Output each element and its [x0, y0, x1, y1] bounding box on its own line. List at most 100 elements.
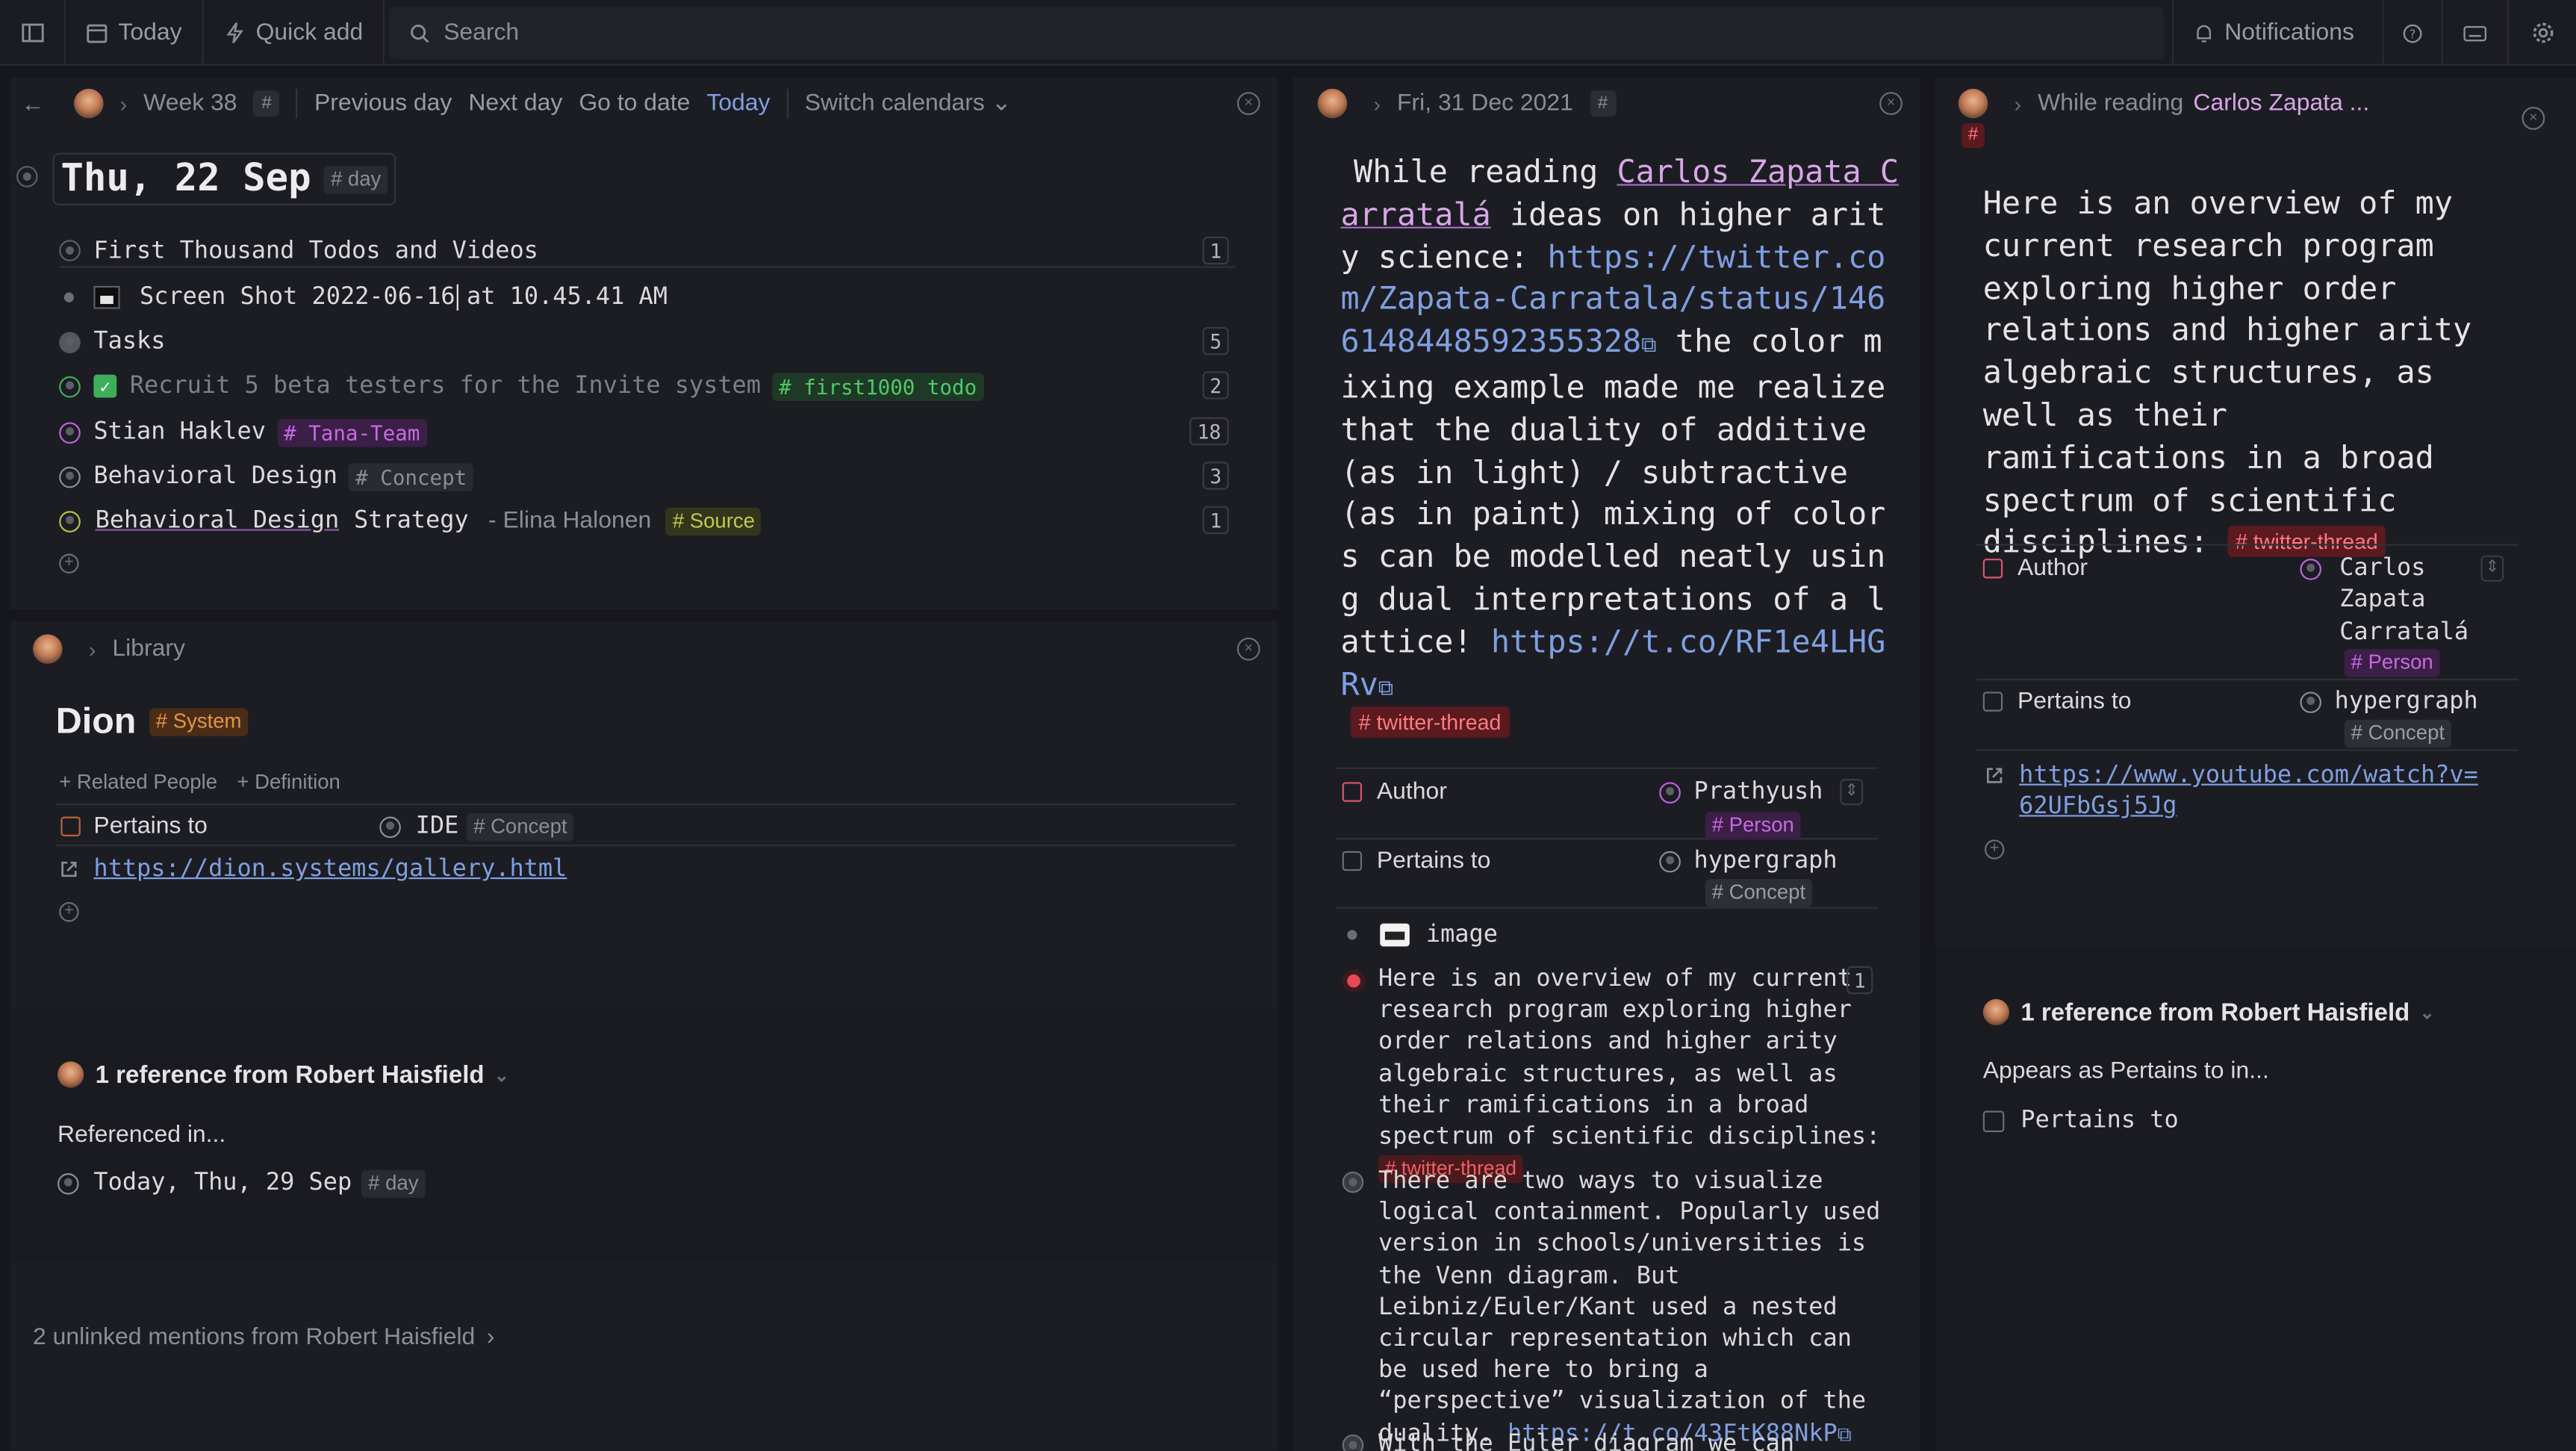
reference-item[interactable]: Today, Thu, 29 Sep # day [57, 1166, 426, 1199]
add-node-icon[interactable]: + [1984, 839, 2005, 860]
week-breadcrumb[interactable]: Week 38 [143, 90, 237, 116]
day-tag[interactable]: # day [361, 1169, 426, 1197]
next-day-button[interactable]: Next day [468, 90, 562, 116]
child-count-badge[interactable]: 2 [1202, 371, 1229, 400]
tana-team-tag[interactable]: # Tana-Team [277, 417, 427, 447]
node-bullet-icon[interactable] [59, 421, 81, 443]
child-node-text[interactable]: There are two ways to visualize logical … [1378, 1166, 1881, 1451]
field-options-icon[interactable]: ⇕ [1840, 778, 1864, 806]
node-bullet-icon[interactable] [59, 331, 81, 352]
today-button[interactable]: Today [66, 0, 204, 65]
add-node-icon[interactable]: + [59, 553, 79, 574]
todo-tag[interactable]: # first1000 todo [772, 372, 983, 400]
list-item[interactable]: Behavioral Design # Concept [59, 460, 473, 493]
list-item[interactable]: Tasks [59, 326, 165, 358]
person-tag[interactable]: # Person [1705, 811, 1801, 840]
field-value[interactable] [2300, 554, 2322, 584]
url-row[interactable]: https://www.youtube.com/watch?v=62UFbGsj… [1985, 761, 2479, 824]
node-bullet-icon[interactable] [59, 465, 81, 488]
node-bullet-icon[interactable] [1342, 1171, 1364, 1193]
date-breadcrumb[interactable]: Fri, 31 Dec 2021 [1397, 90, 1573, 116]
node-content[interactable]: Here is an overview of my current resear… [1983, 184, 2476, 565]
parent-breadcrumb-person[interactable]: Carlos Zapata ... [2193, 90, 2369, 116]
list-item[interactable]: ✓ Recruit 5 beta testers for the Invite … [59, 370, 983, 403]
person-tag[interactable]: # Person [2344, 649, 2440, 677]
close-panel-icon[interactable]: × [1236, 92, 1260, 116]
child-count-badge[interactable]: 3 [1202, 462, 1229, 490]
reference-item[interactable]: Pertains to [1982, 1104, 2179, 1137]
field-value[interactable]: Prathyush [1659, 777, 1823, 807]
back-arrow-icon[interactable]: ← [22, 90, 45, 116]
child-node-text[interactable]: With the Euler diagram we can easily [1378, 1429, 1881, 1450]
source-tag[interactable]: # Source [666, 506, 762, 535]
notifications-button[interactable]: Notifications [2171, 0, 2383, 66]
concept-tag[interactable]: # Concept [1705, 879, 1812, 907]
keyboard-button[interactable] [2441, 0, 2507, 66]
hash-icon[interactable]: # [1961, 123, 1985, 149]
search-input[interactable]: Search [389, 6, 2164, 60]
node-bullet-icon[interactable] [59, 375, 81, 397]
reference-link[interactable]: Behavioral Design [96, 508, 340, 534]
concept-tag[interactable]: # Concept [467, 813, 574, 841]
field-value[interactable]: hypergraph [1659, 846, 1838, 876]
library-breadcrumb[interactable]: Library [112, 636, 185, 662]
node-bullet-icon[interactable] [1659, 850, 1681, 872]
external-link-icon[interactable]: ⧉ [1641, 334, 1656, 358]
node-bullet-icon[interactable] [1659, 781, 1681, 803]
node-bullet-icon[interactable] [379, 815, 401, 838]
checkbox-checked-icon[interactable]: ✓ [93, 374, 117, 398]
today-link[interactable]: Today [706, 90, 770, 116]
author-name[interactable]: Carlos Zapata Carratalá [2339, 554, 2468, 649]
child-count-badge[interactable]: 1 [1847, 966, 1873, 995]
list-item[interactable]: Stian Haklev # Tana-Team [59, 416, 427, 449]
switch-calendars-button[interactable]: Switch calendars ⌄ [805, 90, 1012, 116]
twitter-thread-tag[interactable]: # twitter-thread [1350, 706, 1510, 738]
concept-tag[interactable]: # Concept [2344, 719, 2451, 748]
hash-icon[interactable]: # [253, 90, 280, 117]
list-item[interactable]: Behavioral Design Strategy - Elina Halon… [59, 504, 762, 537]
field-value[interactable]: IDE # Concept [379, 810, 574, 843]
previous-day-button[interactable]: Previous day [314, 90, 452, 116]
node-content[interactable]: While reading Carlos Zapata Carratalá id… [1340, 153, 1899, 711]
node-bullet-icon[interactable] [2300, 691, 2322, 712]
dion-url-link[interactable]: https://dion.systems/gallery.html [93, 856, 567, 882]
unlinked-mentions-button[interactable]: 2 unlinked mentions from Robert Haisfiel… [33, 1321, 494, 1354]
field-value[interactable]: hypergraph [2300, 687, 2478, 717]
youtube-url-link[interactable]: https://www.youtube.com/watch?v=62UFbGsj… [2019, 761, 2479, 824]
reference-header[interactable]: 1 reference from Robert Haisfield ⌄ [1982, 995, 2435, 1028]
node-bullet-icon[interactable] [1342, 1434, 1364, 1451]
quick-add-button[interactable]: Quick add [203, 0, 385, 65]
page-title[interactable]: Dion [56, 700, 137, 742]
system-tag[interactable]: # System [149, 707, 249, 736]
page-title[interactable]: Thu, 22 Sep [60, 158, 311, 200]
child-count-badge[interactable]: 18 [1189, 417, 1229, 446]
child-node-text[interactable]: Here is an overview of my current resear… [1378, 965, 1885, 1186]
node-bullet-icon[interactable] [57, 1172, 79, 1194]
bullet-icon[interactable] [63, 292, 75, 302]
close-panel-icon[interactable]: × [1879, 92, 1903, 116]
definition-button[interactable]: + Definition [237, 771, 340, 794]
go-to-date-button[interactable]: Go to date [579, 90, 690, 116]
day-tag[interactable]: # day [324, 165, 388, 193]
parent-breadcrumb[interactable]: While reading [2038, 90, 2183, 116]
url-row[interactable]: https://dion.systems/gallery.html [59, 853, 567, 886]
external-link-icon[interactable]: ⧉ [1378, 677, 1393, 701]
list-item[interactable]: image [1347, 919, 1498, 951]
child-count-badge[interactable]: 1 [1202, 236, 1229, 265]
hash-icon[interactable]: # [1589, 90, 1617, 117]
related-people-button[interactable]: + Related People [59, 771, 217, 794]
node-bullet-icon[interactable] [16, 166, 38, 187]
reference-header[interactable]: 1 reference from Robert Haisfield ⌄ [57, 1058, 509, 1091]
help-button[interactable]: ? [2382, 0, 2441, 66]
close-panel-icon[interactable]: × [1236, 637, 1260, 661]
bullet-icon[interactable] [1347, 930, 1357, 940]
child-count-badge[interactable]: 1 [1202, 506, 1229, 535]
node-bullet-icon[interactable] [1342, 969, 1366, 992]
field-options-icon[interactable]: ⇕ [2480, 555, 2504, 582]
settings-button[interactable] [2507, 0, 2576, 66]
node-bullet-icon[interactable] [59, 510, 81, 532]
add-node-icon[interactable]: + [59, 901, 79, 922]
concept-tag[interactable]: # Concept [349, 462, 473, 491]
sidebar-toggle-button[interactable] [0, 0, 66, 65]
close-panel-icon[interactable]: × [2521, 107, 2545, 130]
